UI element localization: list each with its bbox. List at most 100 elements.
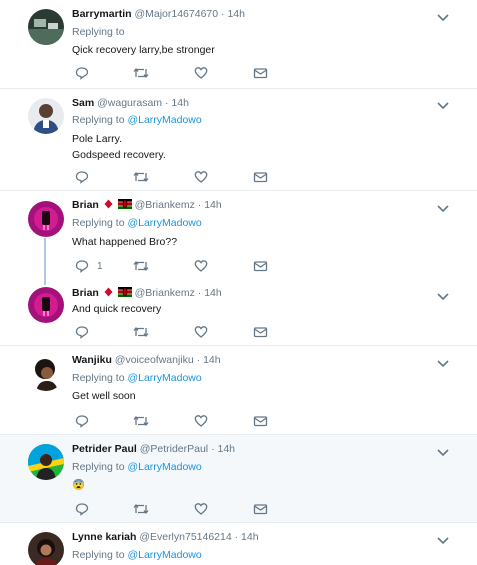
heart-icon — [194, 415, 208, 427]
tweet-text: What happened Bro?? — [72, 234, 177, 250]
replying-label: Replying to — [72, 26, 125, 38]
chevron-down-icon[interactable] — [436, 13, 450, 23]
reply-button[interactable] — [75, 414, 97, 428]
tweet-text: Get well soon — [72, 388, 136, 404]
like-button[interactable] — [194, 325, 208, 339]
retweet-button[interactable] — [133, 66, 149, 80]
kenya-flag-icon — [117, 287, 132, 297]
tweet[interactable]: Barrymartin @Major14674670 · 14h Replyin… — [0, 0, 477, 89]
display-name[interactable]: Brian — [72, 199, 99, 211]
tweet-text-line: And quick recovery — [72, 303, 162, 315]
retweet-icon — [133, 503, 149, 515]
replying-to-link[interactable]: @LarryMadowo — [127, 114, 201, 126]
display-name[interactable]: Brian — [72, 287, 99, 299]
heart-icon — [194, 171, 208, 183]
handle[interactable]: @Everlyn75146214 — [139, 531, 231, 543]
dm-button[interactable] — [253, 502, 268, 516]
retweet-button[interactable] — [133, 414, 149, 428]
reply-button[interactable] — [75, 66, 97, 80]
timestamp[interactable]: 14h — [218, 443, 236, 455]
timestamp[interactable]: 14h — [171, 97, 189, 109]
timestamp[interactable]: 14h — [204, 287, 222, 299]
replying-label: Replying to — [72, 372, 125, 384]
tweet-actions — [72, 66, 282, 80]
dm-button[interactable] — [253, 170, 268, 184]
replying-to-link[interactable]: @LarryMadowo — [127, 372, 201, 384]
reply-icon — [75, 415, 89, 428]
retweet-button[interactable] — [133, 259, 149, 273]
retweet-icon — [133, 260, 149, 272]
separator: · — [208, 443, 218, 455]
red-diamond-icon — [104, 287, 113, 297]
retweet-button[interactable] — [133, 502, 149, 516]
tweet[interactable]: Wanjiku @voiceofwanjiku · 14h Replying t… — [0, 346, 477, 435]
display-name[interactable]: Petrider Paul — [72, 443, 137, 455]
avatar[interactable] — [28, 444, 64, 480]
handle[interactable]: @voiceofwanjiku — [115, 354, 194, 366]
reply-button[interactable] — [75, 170, 97, 184]
chevron-down-icon[interactable] — [436, 536, 450, 546]
replying-to-link[interactable]: @LarryMadowo — [127, 461, 201, 473]
tweet[interactable]: Sam @wagurasam · 14h Replying to @LarryM… — [0, 89, 477, 191]
retweet-button[interactable] — [133, 325, 149, 339]
avatar[interactable] — [28, 355, 64, 391]
tweet[interactable]: Petrider Paul @PetriderPaul · 14h Replyi… — [0, 435, 477, 523]
tweet-actions — [72, 325, 282, 339]
tweet-text: Pole Larry. Godspeed recovery. — [72, 131, 166, 163]
like-button[interactable] — [194, 170, 208, 184]
dm-button[interactable] — [253, 414, 268, 428]
tweet-actions — [72, 502, 282, 516]
avatar[interactable] — [28, 532, 64, 565]
handle[interactable]: @wagurasam — [97, 97, 162, 109]
replying-to-link[interactable]: @LarryMadowo — [127, 217, 201, 229]
avatar[interactable] — [28, 287, 64, 323]
replying-to: Replying to @LarryMadowo — [72, 461, 202, 473]
timestamp[interactable]: 14h — [227, 8, 245, 20]
handle[interactable]: @Major14674670 — [134, 8, 218, 20]
display-name[interactable]: Barrymartin — [72, 8, 132, 20]
tweet-header: Brian @Briankemz · 14h — [72, 199, 222, 211]
chevron-down-icon[interactable] — [436, 359, 450, 369]
separator: · — [194, 287, 205, 299]
reply-button[interactable] — [75, 325, 97, 339]
like-button[interactable] — [194, 502, 208, 516]
tweet[interactable]: Brian @Briankemz · 14h Replying to @Larr… — [0, 191, 477, 279]
envelope-icon — [253, 68, 268, 79]
avatar[interactable] — [28, 98, 64, 134]
like-button[interactable] — [194, 414, 208, 428]
separator: · — [193, 354, 204, 366]
display-name[interactable]: Wanjiku — [72, 354, 112, 366]
avatar[interactable] — [28, 201, 64, 237]
like-button[interactable] — [194, 66, 208, 80]
replying-to-link[interactable]: @LarryMadowo — [127, 549, 201, 561]
tweet[interactable]: Brian @Briankemz · 14h And quick recover… — [0, 279, 477, 346]
handle[interactable]: @PetriderPaul — [140, 443, 208, 455]
timestamp[interactable]: 14h — [204, 199, 222, 211]
like-button[interactable] — [194, 259, 208, 273]
envelope-icon — [253, 504, 268, 515]
reply-button[interactable] — [75, 502, 97, 516]
display-name[interactable]: Lynne kariah — [72, 531, 136, 543]
tweet[interactable]: Lynne kariah @Everlyn75146214 · 14h Repl… — [0, 523, 477, 565]
chevron-down-icon[interactable] — [436, 292, 450, 302]
display-name[interactable]: Sam — [72, 97, 94, 109]
chevron-down-icon[interactable] — [436, 448, 450, 458]
dm-button[interactable] — [253, 325, 268, 339]
reply-icon — [75, 171, 89, 184]
dm-button[interactable] — [253, 259, 268, 273]
timestamp[interactable]: 14h — [203, 354, 221, 366]
handle[interactable]: @Briankemz — [135, 199, 195, 211]
handle[interactable]: @Briankemz — [135, 287, 195, 299]
reply-button[interactable]: 1 — [75, 259, 103, 273]
tweet-header: Petrider Paul @PetriderPaul · 14h — [72, 443, 235, 455]
replying-to: Replying to @LarryMadowo — [72, 114, 202, 126]
heart-icon — [194, 326, 208, 338]
chevron-down-icon[interactable] — [436, 101, 450, 111]
retweet-button[interactable] — [133, 170, 149, 184]
chevron-down-icon[interactable] — [436, 204, 450, 214]
timestamp[interactable]: 14h — [241, 531, 259, 543]
tweet-text: And quick recovery — [72, 301, 161, 317]
avatar[interactable] — [28, 9, 64, 45]
heart-icon — [194, 260, 208, 272]
dm-button[interactable] — [253, 66, 268, 80]
